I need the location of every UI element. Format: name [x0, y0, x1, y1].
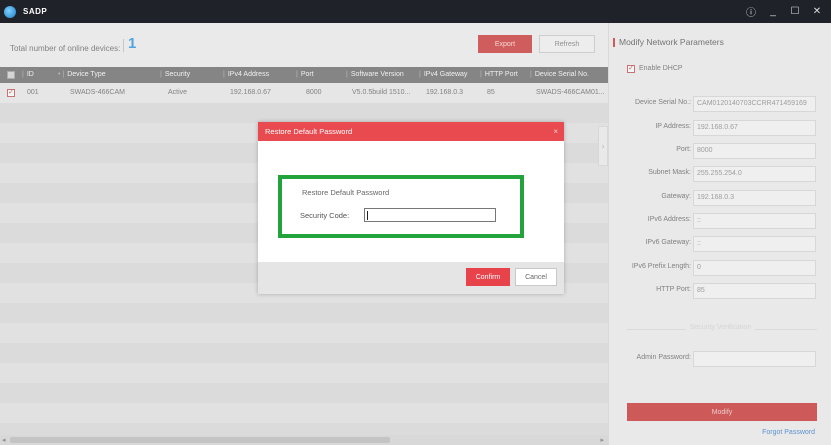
dialog-close-icon[interactable]: ×	[553, 122, 558, 141]
info-icon[interactable]: ⓘ	[745, 4, 757, 19]
dialog-header: Restore Default Password ×	[258, 122, 564, 141]
sadp-logo-icon	[4, 5, 16, 18]
text-caret	[367, 211, 368, 220]
title-bar: SADP ⓘ _ ☐ ✕	[0, 0, 831, 23]
restore-default-password-dialog: Restore Default Password × Restore Defau…	[258, 122, 564, 294]
dialog-footer: Confirm Cancel	[258, 262, 564, 294]
highlight-box: Restore Default Password Security Code:	[278, 175, 524, 238]
app-title: SADP	[23, 7, 48, 16]
close-icon[interactable]: ✕	[811, 6, 823, 17]
security-code-input[interactable]	[364, 208, 496, 222]
dialog-title: Restore Default Password	[265, 127, 353, 136]
maximize-icon[interactable]: ☐	[789, 6, 801, 17]
dialog-section-label: Restore Default Password	[302, 188, 390, 197]
window-controls: ⓘ _ ☐ ✕	[745, 0, 823, 23]
cancel-button[interactable]: Cancel	[515, 268, 557, 286]
confirm-button[interactable]: Confirm	[466, 268, 510, 286]
minimize-icon[interactable]: _	[767, 6, 779, 17]
security-code-label: Security Code:	[300, 211, 350, 220]
